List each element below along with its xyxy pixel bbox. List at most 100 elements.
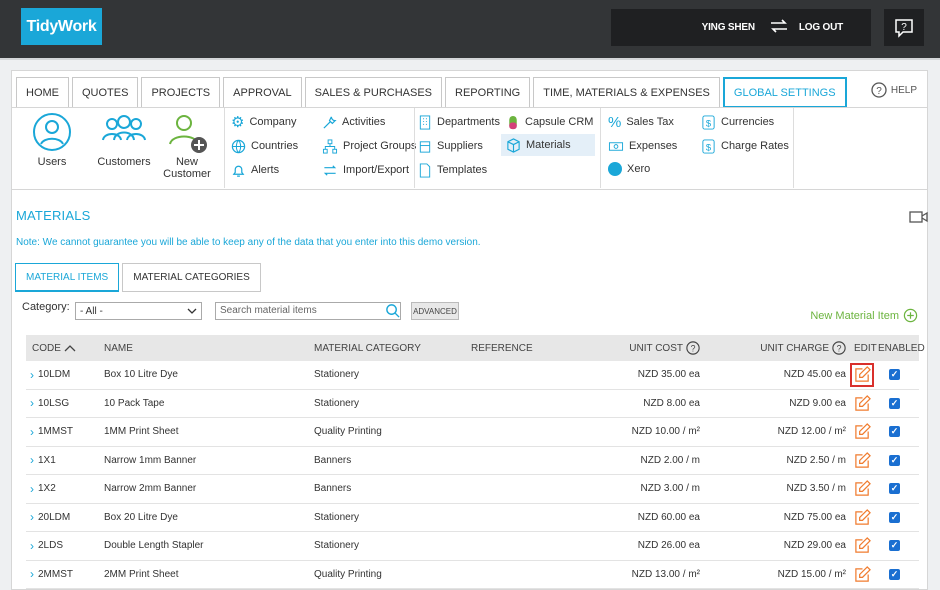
materials-table: CODE NAME MATERIAL CATEGORY REFERENCE UN… (26, 335, 925, 589)
table-row[interactable]: › 20LDM Box 20 Litre Dye Stationery NZD 60.0… (26, 503, 919, 532)
col-reference[interactable]: REFERENCE (471, 335, 533, 361)
cell-enabled: ✓ (889, 447, 900, 475)
enabled-checkbox[interactable]: ✓ (889, 369, 900, 381)
edit-icon[interactable] (852, 536, 872, 556)
help-button[interactable]: ? (884, 9, 924, 46)
switch-icon[interactable] (769, 19, 789, 36)
users-button[interactable]: Users (17, 112, 87, 168)
capsule-crm-item[interactable]: Capsule CRM (506, 111, 593, 133)
templates-item[interactable]: Templates (418, 159, 487, 181)
chevron-right-icon[interactable]: › (30, 510, 34, 524)
project-groups-item[interactable]: Project Groups (322, 135, 416, 157)
col-unit-charge[interactable]: UNIT CHARGE? (736, 335, 846, 361)
capsule-crm-label: Capsule CRM (525, 116, 594, 128)
chevron-right-icon[interactable]: › (30, 368, 34, 382)
activities-item[interactable]: Activities (322, 111, 385, 133)
countries-item[interactable]: Countries (231, 135, 298, 157)
video-icon[interactable] (909, 210, 929, 227)
cell-code[interactable]: › 1MMST (30, 418, 73, 446)
help-circle-icon: ? (832, 341, 846, 355)
xero-item[interactable]: Xero (608, 158, 650, 180)
code-text: 20LDM (38, 511, 71, 523)
edit-icon[interactable] (852, 450, 872, 470)
cell-code[interactable]: › 10LDM (30, 361, 70, 389)
tab-material-items[interactable]: MATERIAL ITEMS (15, 263, 120, 292)
new-customer-button[interactable]: New Customer (153, 112, 221, 180)
help-link[interactable]: ? HELP (871, 82, 917, 98)
charge-rates-item[interactable]: $ Charge Rates (701, 135, 789, 157)
enabled-checkbox[interactable]: ✓ (889, 540, 900, 552)
enabled-checkbox[interactable]: ✓ (889, 426, 900, 438)
search-icon[interactable] (385, 303, 400, 321)
cell-code[interactable]: › 2LDS (30, 532, 63, 560)
col-name[interactable]: NAME (104, 335, 133, 361)
table-row[interactable]: › 2MMST 2MM Print Sheet Quality Printing NZD… (26, 560, 919, 589)
col-code[interactable]: CODE (32, 335, 76, 361)
chevron-right-icon[interactable]: › (30, 425, 34, 439)
tab-time-materials-expenses[interactable]: TIME, MATERIALS & EXPENSES (533, 77, 720, 108)
tab-material-categories[interactable]: MATERIAL CATEGORIES (122, 263, 261, 292)
import-export-item[interactable]: Import/Export (322, 159, 409, 181)
cell-enabled: ✓ (889, 475, 900, 503)
chevron-right-icon[interactable]: › (30, 567, 34, 581)
chevron-right-icon[interactable]: › (30, 396, 34, 410)
tab-projects[interactable]: PROJECTS (141, 77, 221, 108)
cell-code[interactable]: › 20LDM (30, 504, 70, 532)
new-material-item-button[interactable]: New Material Item (810, 308, 918, 323)
advanced-button[interactable]: ADVANCED (411, 302, 459, 320)
enabled-checkbox[interactable]: ✓ (889, 483, 900, 495)
tab-sales-purchases[interactable]: SALES & PURCHASES (304, 77, 443, 108)
suppliers-item[interactable]: Suppliers (418, 135, 483, 157)
cell-code[interactable]: › 1X1 (30, 447, 56, 475)
logout-link[interactable]: LOG OUT (799, 22, 843, 33)
cell-unit-charge: NZD 9.00 ea (789, 397, 846, 409)
tab-global-settings[interactable]: GLOBAL SETTINGS (722, 77, 847, 108)
enabled-checkbox[interactable]: ✓ (889, 454, 900, 466)
tab-home[interactable]: HOME (16, 77, 69, 108)
cell-edit (852, 447, 872, 475)
edit-icon[interactable] (852, 507, 872, 527)
enabled-checkbox[interactable]: ✓ (889, 568, 900, 580)
cell-code[interactable]: › 1X2 (30, 475, 56, 503)
enabled-checkbox[interactable]: ✓ (889, 397, 900, 409)
alerts-item[interactable]: Alerts (231, 159, 279, 181)
company-item[interactable]: ⚙ Company (231, 111, 297, 133)
table-row[interactable]: › 10LDM Box 10 Litre Dye Stationery NZD 35.0… (26, 361, 919, 390)
chevron-right-icon[interactable]: › (30, 539, 34, 553)
departments-item[interactable]: Departments (418, 111, 500, 133)
edit-icon[interactable] (850, 362, 874, 387)
table-row[interactable]: › 1X2 Narrow 2mm Banner Banners NZD 3.00 / m… (26, 475, 919, 504)
table-row[interactable]: › 1X1 Narrow 1mm Banner Banners NZD 2.00 / m… (26, 446, 919, 475)
category-select[interactable]: - All - (75, 302, 202, 320)
table-row[interactable]: › 1MMST 1MM Print Sheet Quality Printing NZD… (26, 418, 919, 447)
cell-code[interactable]: › 2MMST (30, 561, 73, 589)
user-name[interactable]: YING SHEN (702, 22, 755, 33)
table-row[interactable]: › 10LSG 10 Pack Tape Stationery NZD 8.00 ea N… (26, 389, 919, 418)
edit-icon[interactable] (852, 479, 872, 499)
edit-icon[interactable] (852, 564, 872, 584)
table-row[interactable]: › 2LDS Double Length Stapler Stationery NZD … (26, 532, 919, 561)
col-category[interactable]: MATERIAL CATEGORY (314, 335, 421, 361)
edit-icon[interactable] (852, 422, 872, 442)
col-unit-cost[interactable]: UNIT COST? (596, 335, 700, 361)
plus-circle-icon (903, 308, 918, 323)
tidywork-logo[interactable]: TidyWork (21, 8, 102, 45)
cell-unit-cost: NZD 26.00 ea (637, 540, 700, 552)
enabled-checkbox[interactable]: ✓ (889, 511, 900, 523)
tab-quotes[interactable]: QUOTES (72, 77, 139, 108)
chevron-right-icon[interactable]: › (30, 453, 34, 467)
cell-unit-cost: NZD 3.00 / m (640, 483, 700, 495)
customers-button[interactable]: Customers (89, 112, 159, 168)
chevron-right-icon[interactable]: › (30, 482, 34, 496)
tab-approval[interactable]: APPROVAL (223, 77, 302, 108)
tab-reporting[interactable]: REPORTING (445, 77, 531, 108)
cell-category: Quality Printing (314, 568, 382, 580)
edit-icon[interactable] (852, 393, 872, 413)
currencies-item[interactable]: $ Currencies (701, 111, 774, 133)
search-input[interactable]: Search material items (215, 302, 401, 320)
expenses-item[interactable]: Expenses (608, 135, 677, 157)
sales-tax-item[interactable]: % Sales Tax (608, 111, 674, 133)
materials-item[interactable]: Materials (501, 134, 595, 156)
cell-unit-cost: NZD 2.00 / m (640, 454, 700, 466)
cell-code[interactable]: › 10LSG (30, 390, 69, 418)
